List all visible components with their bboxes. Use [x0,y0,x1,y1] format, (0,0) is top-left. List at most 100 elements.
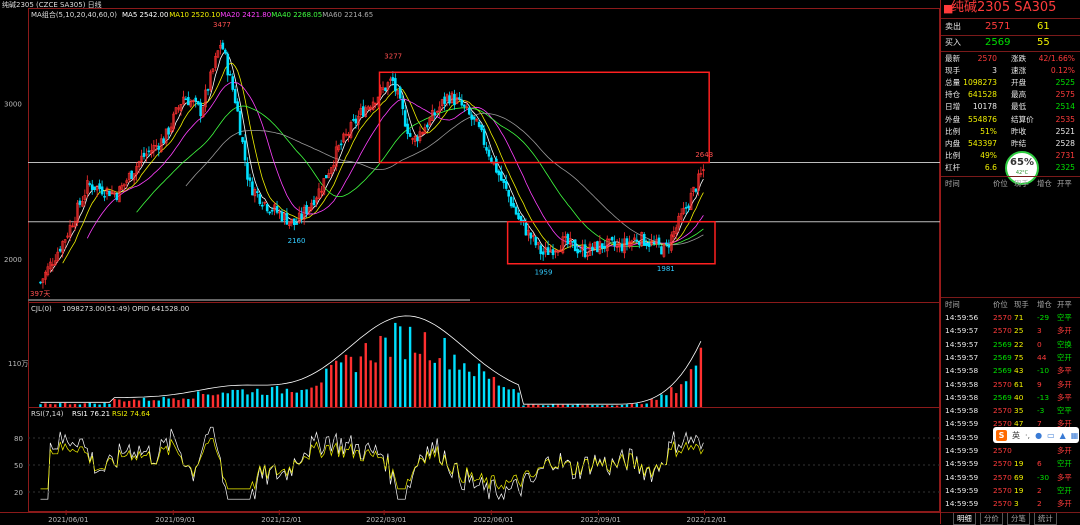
microphone-icon[interactable]: ● [1035,431,1042,440]
ma-legend-item: MA60 2214.65 [322,11,373,19]
quote-value: 2570 [977,54,997,63]
quote-label: 昨结 [1011,138,1027,148]
column-header: 价位 [993,300,1008,309]
volume-bar [413,352,417,407]
candle-body [487,149,491,157]
volume-bar [167,398,170,407]
tick-cell: 2570 [993,472,1012,482]
panel-tab[interactable]: 分笔 [1007,513,1030,525]
panel-tab[interactable]: 统计 [1034,513,1057,525]
candle-body [416,137,419,142]
candle-body [187,97,190,106]
tick-cell: 75 [1014,352,1024,362]
volume-bar [251,392,254,407]
kline-chart[interactable]: 2000 3000 3477 2160 3277 1959 1981 2643 397天 11… [0,0,940,524]
candle-body [529,232,533,239]
quote-label: 开盘 [1011,78,1027,88]
candle-body [460,99,464,106]
candle-body [591,246,594,251]
tick-cell: 14:59:57 [945,339,979,349]
candle-body [453,94,456,106]
quote-label: 杠杆 [945,162,961,172]
tick-cell: 14:59:57 [945,326,979,336]
date-tick-label: 2022/12/01 [687,516,727,524]
candle-body [684,207,688,209]
candle-body [391,77,395,82]
candle-body [354,118,358,124]
candle-body [275,205,279,213]
volume-bar [354,372,358,407]
ime-logo-icon[interactable]: S [996,429,1007,441]
volume-bar [497,385,501,407]
candle-body [534,236,538,246]
volume-bar [660,394,663,407]
candle-body [285,213,289,225]
candle-body [221,42,225,50]
tick-cell: 2569 [993,352,1012,362]
tick-cell: 44 [1037,352,1047,362]
tick-cell: 2570 [993,499,1012,509]
quote-label: 比例 [945,150,961,160]
volume-bar [73,403,77,407]
rsi-axis: 20 50 80 [14,435,940,497]
volume-bar [300,389,303,407]
tick-cell: 空开 [1057,459,1072,469]
tick-cell: 9 [1037,379,1042,389]
scroll-track[interactable] [28,299,470,301]
volume-bar [596,405,599,407]
shirt-icon[interactable]: ▲ [1060,431,1066,440]
candle-body [90,184,94,190]
candle-body [524,222,528,236]
candle-body [519,215,523,221]
candle-body [167,127,170,135]
tick-row: 14:59:59 2570 19 2 空开 [941,485,1080,498]
volume-bar [403,359,407,407]
candle-body [93,186,96,190]
candle-body [295,223,299,225]
rsi-tick-label: 50 [14,462,23,470]
candle-body [657,237,661,245]
tick-cell: 6 [1037,459,1042,469]
panel-tab[interactable]: 明细 [953,513,976,525]
candle-body [162,138,165,144]
grid-icon[interactable]: ▦ [1071,431,1079,440]
tick-cell: 多开 [1057,379,1072,389]
ime-language-label[interactable]: 英 [1012,430,1020,441]
volume-bar [88,402,91,407]
window-title: 纯碱2305 (CZCE SA305) 日线 [2,0,102,9]
volume-bar [147,400,151,407]
volume-bar [280,393,284,407]
candle-body [576,248,579,254]
candle-body [485,147,488,151]
tick-cell: 40 [1014,392,1024,402]
date-tick-label: 2022/03/01 [366,516,406,524]
quote-label: 内盘 [945,138,961,148]
quote-row: 总量 1098273 开盘 2525 [945,77,1077,89]
volume-bar [256,388,259,407]
volume-bar [463,363,466,407]
quote-label: 比例 [945,126,961,136]
candle-body [551,249,555,256]
ime-punct-icon[interactable]: ·, [1025,431,1030,440]
candle-body [406,123,409,134]
volume-bar [606,405,609,407]
contract-code: 纯碱2305 SA305 [951,0,1057,15]
volume-bar [458,369,461,407]
ma5-line [49,50,704,273]
tick-cell: 14:59:59 [945,432,979,442]
candle-body [463,104,466,107]
ime-toolbar[interactable]: S 英 ·, ● ▭ ▲ ▦ [993,427,1079,443]
volume-bar [384,337,387,407]
volume-bar [689,369,693,407]
volume-bar [162,396,165,407]
panel-tab[interactable]: 分价 [980,513,1003,525]
quote-label: 结算价 [1011,114,1034,124]
quote-label: 涨跌 [1011,54,1027,63]
volume-bar [349,356,353,407]
tick-cell: 19 [1014,459,1024,469]
tick-row: 14:59:58 2569 40 -13 多平 [941,392,1080,405]
candle-body [157,145,161,150]
volume-bar [339,362,343,407]
keyboard-icon[interactable]: ▭ [1047,431,1055,440]
candle-body [502,179,506,183]
